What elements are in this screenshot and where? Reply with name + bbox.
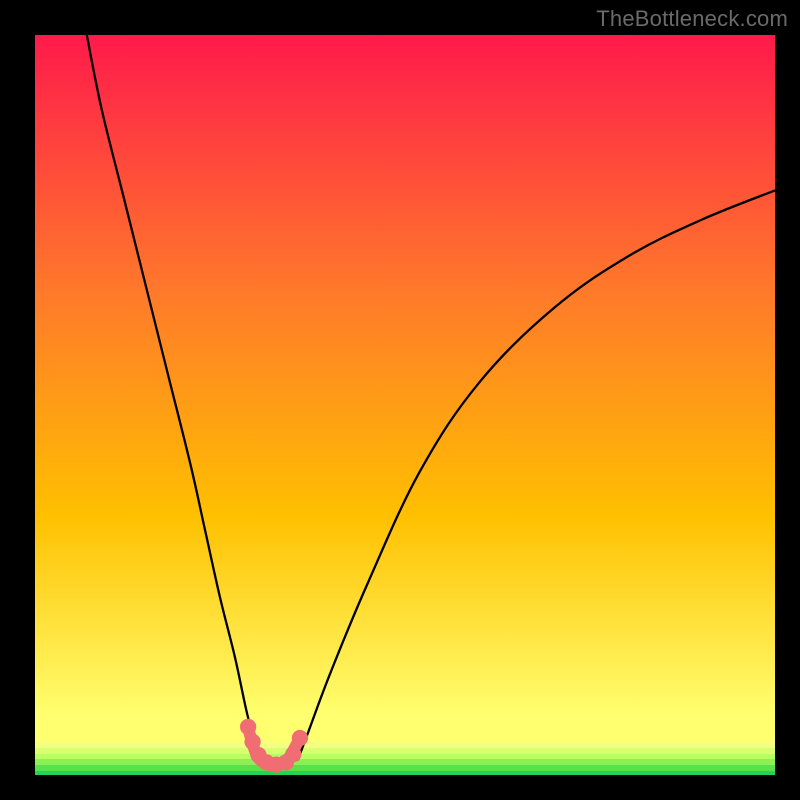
chart-frame: TheBottleneck.com [0, 0, 800, 800]
curve-left-branch [87, 35, 259, 760]
plot-area [35, 35, 775, 775]
watermark-text: TheBottleneck.com [596, 6, 788, 32]
valley-marker-dot [292, 730, 308, 746]
valley-markers [240, 719, 308, 773]
curve-right-branch [298, 190, 775, 760]
valley-marker-dot [285, 746, 301, 762]
bottleneck-curve [35, 35, 775, 775]
valley-marker-dot [240, 719, 256, 735]
